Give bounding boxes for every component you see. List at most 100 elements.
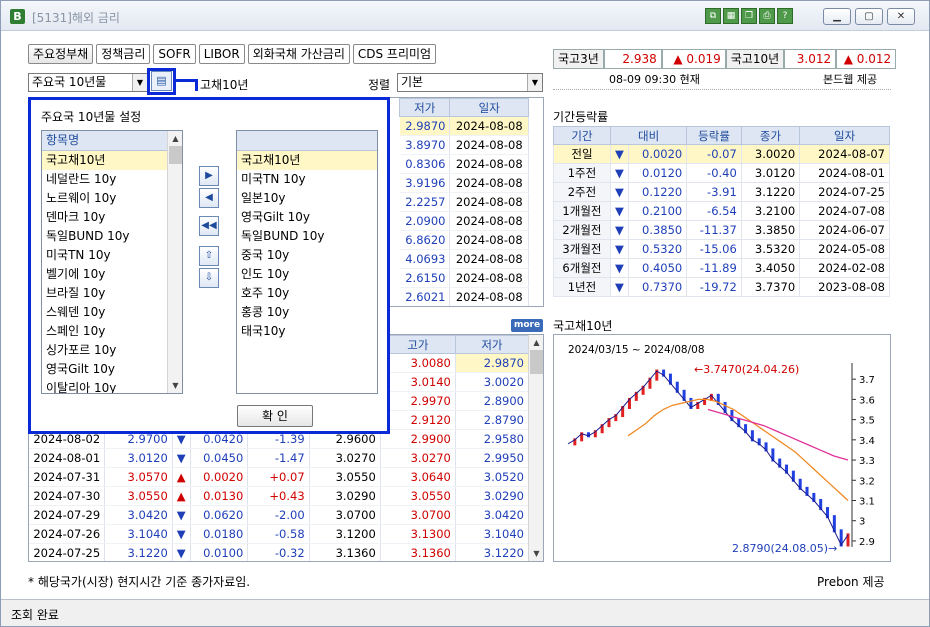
cell-date: 2024-08-08 [449, 249, 529, 269]
table-row[interactable]: 2024-07-31 3.0570 ▲ 0.0020 +0.07 3.0550 3.0640… [29, 467, 530, 487]
list-item[interactable]: 국고채10년 [237, 151, 377, 170]
sort-select[interactable]: 기본 ▼ [397, 73, 543, 92]
list-item[interactable]: 덴마크 10y [42, 208, 182, 227]
list-item[interactable]: 미국TN 10y [42, 246, 182, 265]
scroll-down-icon[interactable]: ▼ [529, 546, 543, 561]
cell-low: 4.0693 [399, 249, 451, 269]
scroll-up-icon[interactable]: ▲ [168, 131, 182, 146]
list-item[interactable]: 독일BUND 10y [237, 227, 377, 246]
tab-libor[interactable]: LIBOR [198, 44, 245, 64]
table-cell: 3.4050 [740, 258, 801, 278]
table-cell: 0.1220 [627, 182, 688, 202]
table-cell: +0.07 [247, 467, 310, 487]
scroll-thumb[interactable] [530, 350, 543, 374]
table-row[interactable]: 2024-07-29 3.0420 ▼ 0.0620 -2.00 3.0700 3.0700… [29, 505, 530, 525]
tab-cds-premium[interactable]: CDS 프리미엄 [352, 44, 437, 64]
table-cell: 3.1360 [309, 543, 381, 561]
list-scrollbar[interactable]: ▲ ▼ [167, 131, 182, 393]
table-cell: 3.1220 [740, 182, 801, 202]
move-down-button[interactable]: ⇩ [199, 268, 219, 288]
tab-govt-bonds[interactable]: 주요정부채 [28, 44, 94, 64]
table-row[interactable]: 2024-07-30 3.0550 ▲ 0.0130 +0.43 3.0290 3.0550… [29, 486, 530, 506]
table-row[interactable]: 2024-08-01 3.0120 ▼ 0.0450 -1.47 3.0270 3.0270… [29, 448, 530, 468]
column-header[interactable]: 고가 [379, 335, 456, 354]
table-row[interactable]: 2.9870 2024-08-08 [399, 116, 529, 136]
scroll-up-icon[interactable]: ▲ [529, 335, 543, 350]
move-up-button[interactable]: ⇧ [199, 246, 219, 266]
list-item[interactable]: 스페인 10y [42, 322, 182, 341]
table-row[interactable]: 2.2257 2024-08-08 [399, 192, 529, 212]
list-item[interactable]: 인도 10y [237, 265, 377, 284]
list-item[interactable]: 스웨덴 10y [42, 303, 182, 322]
list-item[interactable]: 네덜란드 10y [42, 170, 182, 189]
down-arrow-icon: ▼ [609, 144, 629, 164]
list-item[interactable]: 미국TN 10y [237, 170, 377, 189]
table-row[interactable]: 4.0693 2024-08-08 [399, 249, 529, 269]
list-item[interactable]: 영국Gilt 10y [42, 360, 182, 379]
list-item[interactable]: 국고채10년 [42, 151, 182, 170]
y-tick-label: 2.9 [859, 537, 875, 548]
table-cell: 0.0020 [190, 467, 249, 487]
tab-fx-spread[interactable]: 외화국채 가산금리 [247, 44, 350, 64]
minimize-button[interactable]: ▁ [823, 8, 851, 25]
table-row: 1년전 ▼ 0.7370 -19.72 3.7370 2023-08-08 [553, 277, 890, 297]
tab-sofr[interactable]: SOFR [153, 44, 196, 64]
list-item[interactable]: 이탈리아 10y [42, 379, 182, 393]
selected-item-label: 고채10년 [200, 78, 249, 92]
confirm-button[interactable]: 확 인 [237, 405, 313, 427]
down-arrow-icon: ▼ [172, 448, 191, 468]
table-row[interactable]: 0.8306 2024-08-08 [399, 154, 529, 174]
cell-date: 2024-08-08 [449, 287, 529, 306]
scroll-thumb[interactable] [169, 146, 182, 164]
list-item[interactable]: 홍콩 10y [237, 303, 377, 322]
status-bar: 조회 완료 [1, 599, 929, 626]
scroll-down-icon[interactable]: ▼ [168, 378, 182, 393]
add-item-button[interactable]: ▶ [199, 166, 219, 186]
help-icon[interactable]: ? [777, 8, 793, 24]
link-icon[interactable]: ⧉ [705, 8, 721, 24]
column-header[interactable]: 저가 [454, 335, 530, 354]
table-row[interactable]: 2.6021 2024-08-08 [399, 287, 529, 306]
table-cell: 2.8900 [455, 391, 530, 411]
table-row: 6개월전 ▼ 0.4050 -11.89 3.4050 2024-02-08 [553, 258, 890, 278]
table-row[interactable]: 3.9196 2024-08-08 [399, 173, 529, 193]
list-item[interactable]: 싱가포르 10y [42, 341, 182, 360]
list-item[interactable]: 벨기에 10y [42, 265, 182, 284]
table-row[interactable]: 6.8620 2024-08-08 [399, 230, 529, 250]
excel-icon[interactable]: ▦ [723, 8, 739, 24]
chart-source: Prebon 제공 [817, 575, 885, 589]
close-button[interactable]: ✕ [887, 8, 915, 25]
table-cell: -1.47 [247, 448, 310, 468]
table-row[interactable]: 2024-07-26 3.1040 ▼ 0.0180 -0.58 3.1200 3.1300… [29, 524, 530, 544]
down-arrow-icon: ▼ [172, 524, 191, 544]
table-cell: 2024-07-29 [29, 505, 106, 525]
list-item[interactable]: 일본10y [237, 189, 377, 208]
history-scrollbar[interactable]: ▲ ▼ [528, 335, 543, 561]
table-cell: 1년전 [553, 277, 611, 297]
list-item[interactable]: 독일BUND 10y [42, 227, 182, 246]
more-button[interactable]: more [511, 319, 544, 332]
table-row[interactable]: 2.6150 2024-08-08 [399, 268, 529, 288]
list-item[interactable]: 영국Gilt 10y [237, 208, 377, 227]
country-group-select[interactable]: 주요국 10년물 ▼ [28, 73, 148, 92]
list-item[interactable]: 중국 10y [237, 246, 377, 265]
table-row[interactable]: 3.8970 2024-08-08 [399, 135, 529, 155]
print-icon[interactable]: ⎙ [759, 8, 775, 24]
remove-all-button[interactable]: ◀◀ [199, 216, 219, 236]
column-header[interactable]: 일자 [449, 98, 529, 117]
table-cell: -19.72 [686, 277, 742, 297]
table-cell: 3.2100 [740, 201, 801, 221]
list-item[interactable]: 노르웨이 10y [42, 189, 182, 208]
table-row[interactable]: 2024-07-25 3.1220 ▼ 0.0100 -0.32 3.1360 3.1360… [29, 543, 530, 561]
table-cell: 3.1040 [104, 524, 173, 544]
list-item[interactable]: 브라질 10y [42, 284, 182, 303]
copy-icon[interactable]: ❐ [741, 8, 757, 24]
table-row[interactable]: 2.0900 2024-08-08 [399, 211, 529, 231]
table-cell: 0.0100 [190, 543, 249, 561]
tab-policy-rate[interactable]: 정책금리 [96, 44, 151, 64]
remove-item-button[interactable]: ◀ [199, 188, 219, 208]
list-item[interactable]: 태국10y [237, 322, 377, 341]
column-header[interactable]: 저가 [398, 98, 451, 117]
list-item[interactable]: 호주 10y [237, 284, 377, 303]
maximize-button[interactable]: ▢ [855, 8, 883, 25]
